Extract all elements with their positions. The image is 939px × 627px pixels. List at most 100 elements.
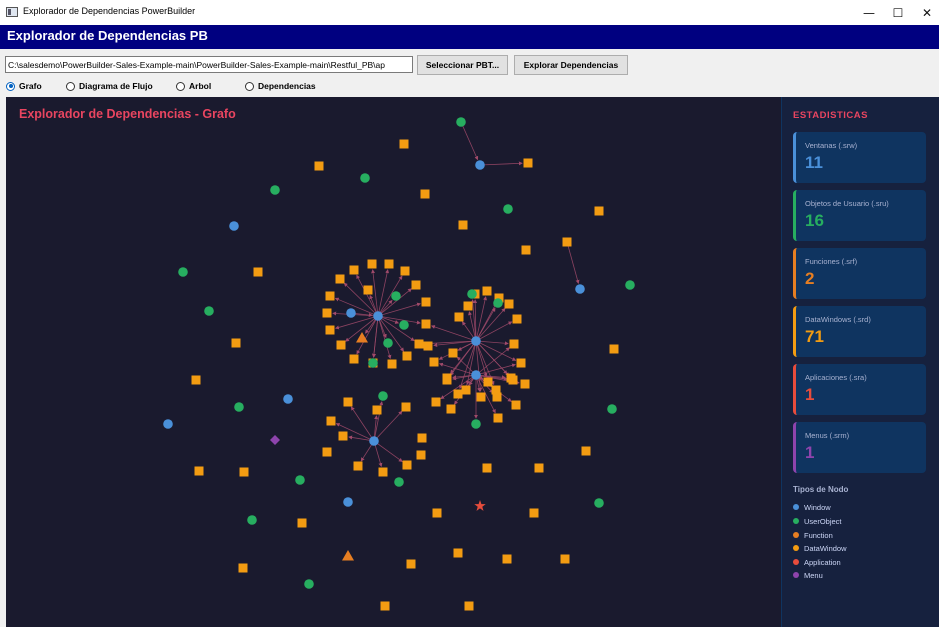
graph-node-datawindow[interactable] <box>423 341 433 351</box>
graph-node-datawindow[interactable] <box>416 450 426 460</box>
graph-node-datawindow[interactable] <box>594 206 604 216</box>
graph-node-datawindow[interactable] <box>523 158 533 168</box>
graph-node-window[interactable] <box>343 497 353 507</box>
graph-node-function[interactable] <box>342 550 354 561</box>
graph-node-datawindow[interactable] <box>401 402 411 412</box>
graph-node-datawindow[interactable] <box>516 358 526 368</box>
graph-node-datawindow[interactable] <box>194 466 204 476</box>
radio-dependencias[interactable]: Dependencias <box>245 80 316 92</box>
graph-node-menu[interactable] <box>270 435 280 445</box>
graph-node-datawindow[interactable] <box>534 463 544 473</box>
graph-node-datawindow[interactable] <box>414 339 424 349</box>
graph-node-datawindow[interactable] <box>399 139 409 149</box>
graph-node-userobject[interactable] <box>383 338 393 348</box>
graph-node-datawindow[interactable] <box>421 319 431 329</box>
graph-node-userobject[interactable] <box>625 280 635 290</box>
graph-node-datawindow[interactable] <box>406 559 416 569</box>
graph-node-window[interactable] <box>369 436 379 446</box>
explore-dependencies-button[interactable]: Explorar Dependencias <box>514 55 628 75</box>
graph-node-datawindow[interactable] <box>372 405 382 415</box>
graph-node-datawindow[interactable] <box>446 404 456 414</box>
graph-node-datawindow[interactable] <box>529 508 539 518</box>
graph-node-datawindow[interactable] <box>581 446 591 456</box>
graph-node-userobject[interactable] <box>594 498 604 508</box>
graph-node-userobject[interactable] <box>399 320 409 330</box>
graph-node-userobject[interactable] <box>304 579 314 589</box>
graph-svg[interactable] <box>6 97 781 627</box>
graph-node-datawindow[interactable] <box>336 340 346 350</box>
graph-node-datawindow[interactable] <box>326 416 336 426</box>
graph-node-datawindow[interactable] <box>314 161 324 171</box>
graph-node-datawindow[interactable] <box>238 563 248 573</box>
graph-node-datawindow[interactable] <box>442 375 452 385</box>
graph-node-window[interactable] <box>163 419 173 429</box>
graph-node-userobject[interactable] <box>247 515 257 525</box>
graph-node-datawindow[interactable] <box>520 379 530 389</box>
graph-node-datawindow[interactable] <box>322 447 332 457</box>
graph-node-datawindow[interactable] <box>400 266 410 276</box>
radio-grafo[interactable]: Grafo <box>6 80 42 92</box>
graph-node-datawindow[interactable] <box>476 392 486 402</box>
graph-node-datawindow[interactable] <box>343 397 353 407</box>
graph-node-datawindow[interactable] <box>431 397 441 407</box>
graph-node-datawindow[interactable] <box>349 265 359 275</box>
radio-diagrama-flujo[interactable]: Diagrama de Flujo <box>66 80 153 92</box>
graph-node-datawindow[interactable] <box>454 312 464 322</box>
graph-node-datawindow[interactable] <box>349 354 359 364</box>
graph-node-datawindow[interactable] <box>482 463 492 473</box>
graph-node-datawindow[interactable] <box>609 344 619 354</box>
graph-node-datawindow[interactable] <box>380 601 390 611</box>
graph-node-datawindow[interactable] <box>448 348 458 358</box>
graph-node-datawindow[interactable] <box>483 377 493 387</box>
graph-node-datawindow[interactable] <box>421 297 431 307</box>
graph-node-window[interactable] <box>471 336 481 346</box>
graph-node-window[interactable] <box>471 370 481 380</box>
graph-node-datawindow[interactable] <box>512 314 522 324</box>
graph-node-datawindow[interactable] <box>502 554 512 564</box>
graph-node-datawindow[interactable] <box>325 291 335 301</box>
graph-node-datawindow[interactable] <box>387 359 397 369</box>
graph-node-datawindow[interactable] <box>325 325 335 335</box>
graph-node-datawindow[interactable] <box>411 280 421 290</box>
graph-node-userobject[interactable] <box>467 289 477 299</box>
graph-node-userobject[interactable] <box>493 298 503 308</box>
graph-node-datawindow[interactable] <box>322 308 332 318</box>
graph-node-datawindow[interactable] <box>464 601 474 611</box>
graph-node-userobject[interactable] <box>378 391 388 401</box>
graph-node-datawindow[interactable] <box>338 431 348 441</box>
graph-node-userobject[interactable] <box>607 404 617 414</box>
graph-node-datawindow[interactable] <box>492 392 502 402</box>
graph-node-userobject[interactable] <box>456 117 466 127</box>
graph-node-datawindow[interactable] <box>239 467 249 477</box>
graph-node-window[interactable] <box>475 160 485 170</box>
graph-node-userobject[interactable] <box>270 185 280 195</box>
graph-node-datawindow[interactable] <box>191 375 201 385</box>
graph-node-datawindow[interactable] <box>429 357 439 367</box>
graph-node-datawindow[interactable] <box>402 351 412 361</box>
graph-node-datawindow[interactable] <box>453 389 463 399</box>
graph-node-userobject[interactable] <box>178 267 188 277</box>
graph-node-datawindow[interactable] <box>493 413 503 423</box>
graph-node-userobject[interactable] <box>394 477 404 487</box>
graph-node-window[interactable] <box>346 308 356 318</box>
graph-node-datawindow[interactable] <box>463 301 473 311</box>
graph-node-datawindow[interactable] <box>420 189 430 199</box>
graph-node-userobject[interactable] <box>471 419 481 429</box>
graph-node-datawindow[interactable] <box>521 245 531 255</box>
graph-node-datawindow[interactable] <box>363 285 373 295</box>
graph-node-datawindow[interactable] <box>509 339 519 349</box>
graph-node-datawindow[interactable] <box>508 375 518 385</box>
graph-node-datawindow[interactable] <box>482 286 492 296</box>
graph-node-window[interactable] <box>283 394 293 404</box>
graph-node-userobject[interactable] <box>391 291 401 301</box>
graph-node-datawindow[interactable] <box>402 460 412 470</box>
graph-node-userobject[interactable] <box>295 475 305 485</box>
graph-node-datawindow[interactable] <box>453 548 463 558</box>
graph-node-datawindow[interactable] <box>297 518 307 528</box>
pbt-path-input[interactable] <box>5 56 413 73</box>
graph-node-userobject[interactable] <box>368 358 378 368</box>
graph-node-window[interactable] <box>373 311 383 321</box>
graph-node-datawindow[interactable] <box>511 400 521 410</box>
graph-node-datawindow[interactable] <box>231 338 241 348</box>
graph-node-datawindow[interactable] <box>560 554 570 564</box>
